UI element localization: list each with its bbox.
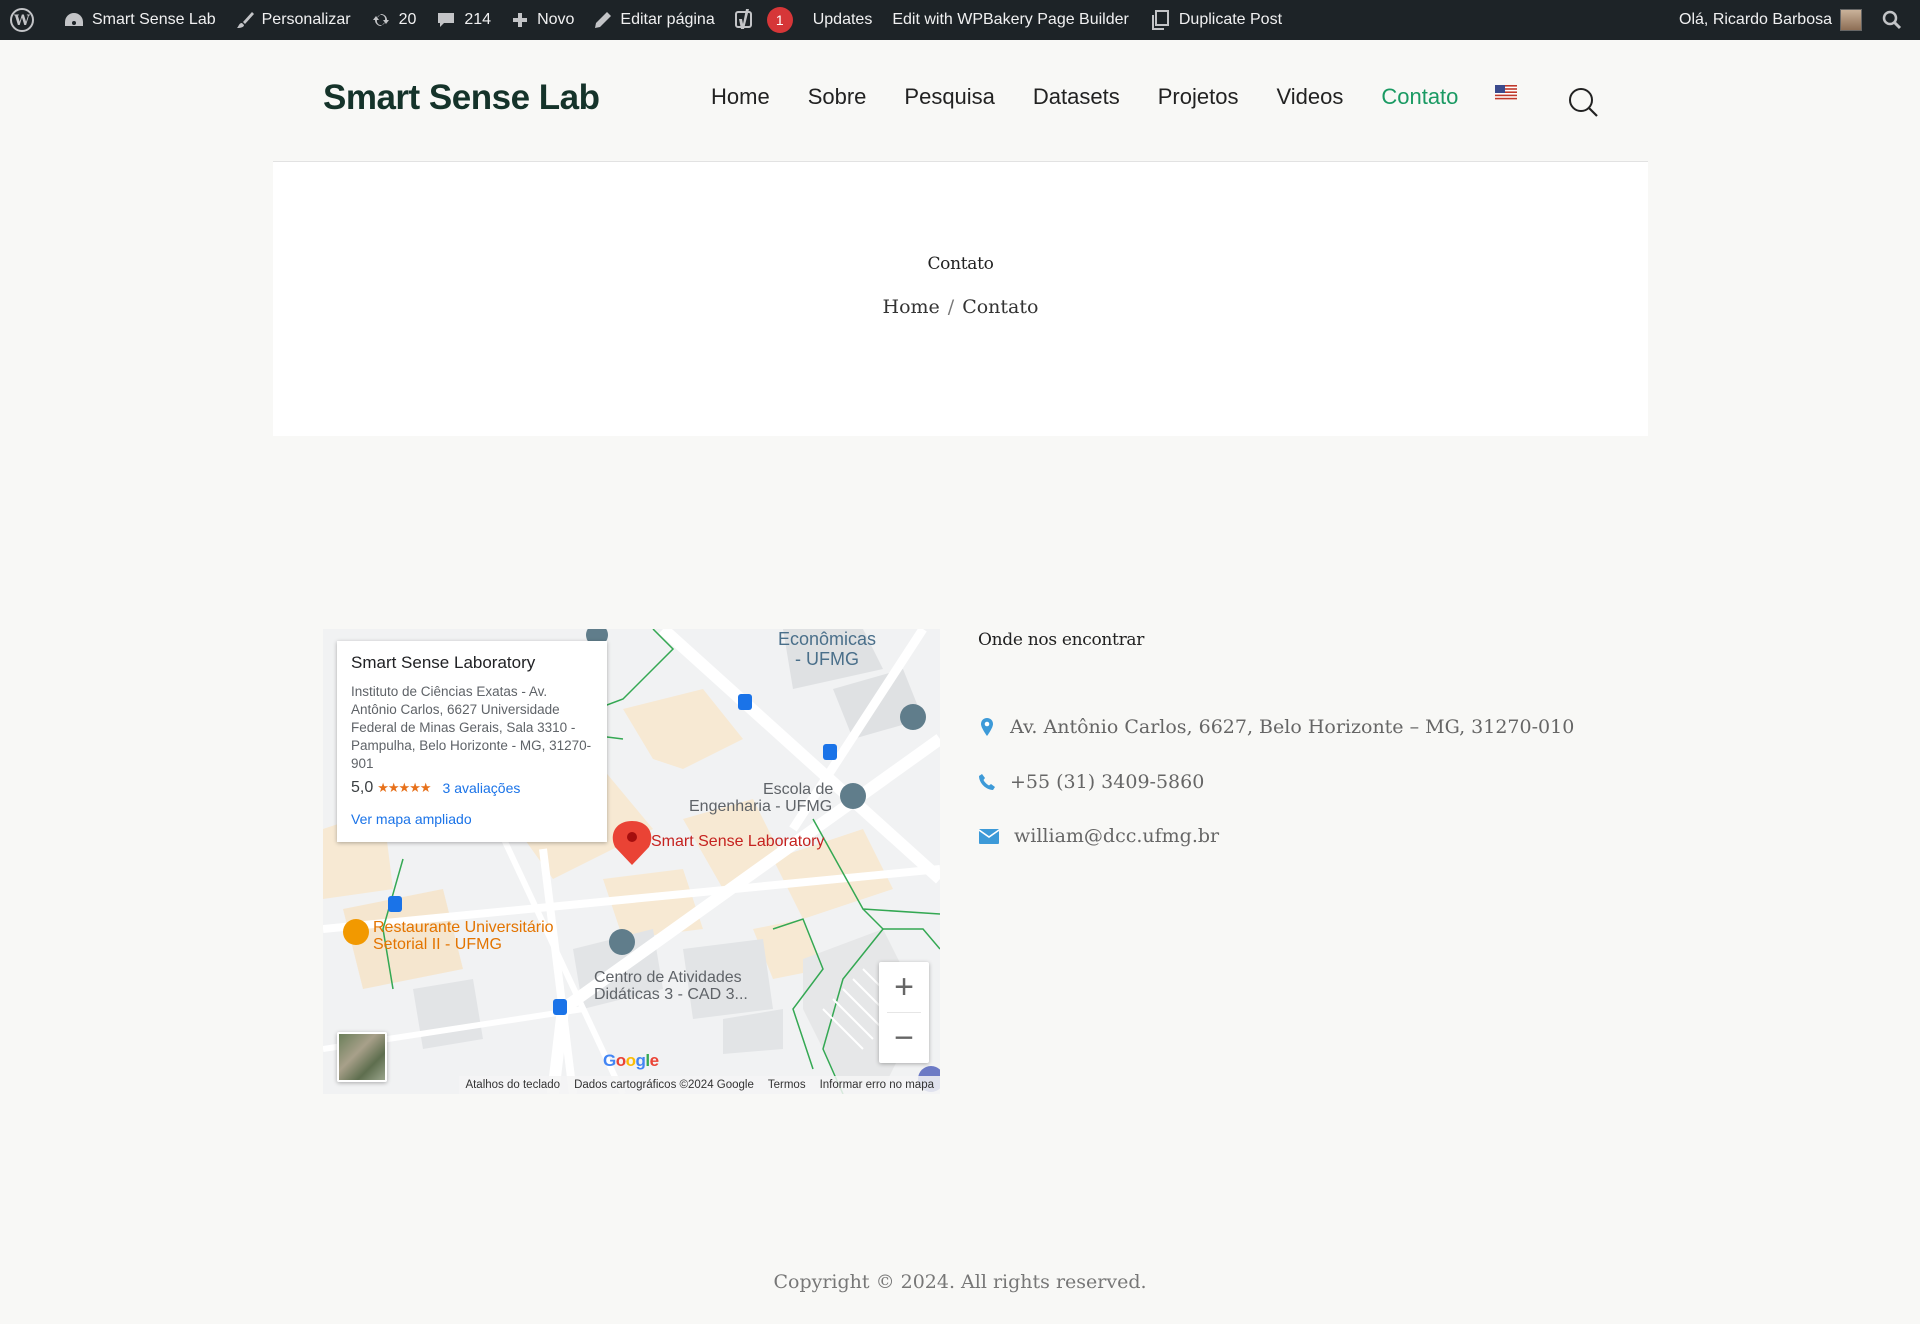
- yoast-notification-badge: 1: [766, 7, 793, 33]
- breadcrumb-separator: /: [947, 296, 955, 318]
- duplicate-icon: [1151, 10, 1169, 30]
- map-data-attribution[interactable]: Dados cartográficos ©2024 Google: [574, 1079, 754, 1091]
- google-map[interactable]: Econômicas - UFMG Escola de Engenharia -…: [323, 629, 940, 1094]
- view-larger-map-link[interactable]: Ver mapa ampliado: [351, 811, 593, 827]
- nav-item-home[interactable]: Home: [692, 84, 789, 110]
- admin-bar-site-name[interactable]: Smart Sense Lab: [54, 0, 226, 40]
- admin-bar-new[interactable]: Novo: [501, 0, 584, 40]
- wpbakery-label: Edit with WPBakery Page Builder: [892, 11, 1129, 28]
- wp-admin-bar: W Smart Sense Lab Personalizar 20 214 No…: [0, 0, 1920, 40]
- satellite-toggle-button[interactable]: [337, 1032, 387, 1082]
- page-title: Contato: [927, 254, 994, 274]
- map-label-economicas: Econômicas - UFMG: [778, 629, 877, 669]
- nav-item-videos[interactable]: Videos: [1257, 84, 1362, 110]
- updates-count: 20: [398, 11, 417, 28]
- map-card-address: Instituto de Ciências Exatas - Av. Antôn…: [351, 684, 592, 771]
- admin-bar-wpbakery[interactable]: Edit with WPBakery Page Builder: [882, 0, 1139, 40]
- map-info-card: Smart Sense Laboratory Instituto de Ciên…: [337, 641, 607, 842]
- nav-item-sobre[interactable]: Sobre: [789, 84, 886, 110]
- phone-text[interactable]: +55 (31) 3409-5860: [1010, 771, 1204, 793]
- copyright-text: Copyright © 2024. All rights reserved.: [773, 1271, 1147, 1293]
- greeting-label: Olá, Ricardo Barbosa: [1679, 11, 1832, 28]
- wordpress-logo-icon[interactable]: W: [0, 0, 54, 40]
- breadcrumb-current: Contato: [962, 296, 1039, 318]
- svg-text:W: W: [13, 13, 30, 29]
- comments-count: 214: [464, 11, 492, 28]
- brush-icon: [236, 12, 254, 28]
- page-title-area: Contato Home / Contato: [273, 162, 1648, 436]
- updates-label: Updates: [812, 11, 873, 28]
- plus-icon: [513, 13, 528, 27]
- comment-icon: [438, 13, 455, 27]
- zoom-in-button[interactable]: +: [879, 962, 929, 1012]
- dashboard-icon: [65, 13, 83, 26]
- site-name-label: Smart Sense Lab: [92, 11, 216, 28]
- contact-heading: Onde nos encontrar: [978, 630, 1145, 650]
- map-card-title: Smart Sense Laboratory: [351, 653, 536, 672]
- admin-bar-customize[interactable]: Personalizar: [226, 0, 361, 40]
- admin-bar-updates-link[interactable]: Updates: [803, 0, 883, 40]
- nav-item-projetos[interactable]: Projetos: [1139, 84, 1258, 110]
- phone-icon: [978, 773, 996, 791]
- main-nav: Home Sobre Pesquisa Datasets Projetos Videos C…: [692, 84, 1477, 110]
- admin-bar-search[interactable]: [1872, 0, 1920, 40]
- avatar: [1840, 9, 1862, 31]
- map-zoom-control: + −: [879, 962, 929, 1063]
- map-label-cad: Centro de Atividades: [594, 969, 742, 986]
- rating-stars-icon: ★★★★★: [377, 780, 431, 795]
- map-card-rating: 5,0 ★★★★★ 3 avaliações: [351, 779, 593, 797]
- new-label: Novo: [537, 11, 575, 28]
- site-logo[interactable]: Smart Sense Lab: [323, 78, 600, 118]
- map-label-engenharia: Engenharia - UFMG: [689, 798, 833, 815]
- us-flag-icon[interactable]: [1495, 85, 1517, 100]
- map-marker-icon: [978, 718, 996, 736]
- nav-item-pesquisa[interactable]: Pesquisa: [885, 84, 1014, 110]
- keyboard-shortcuts-link[interactable]: Atalhos do teclado: [465, 1079, 560, 1091]
- map-pin-label[interactable]: Smart Sense Laboratory: [651, 833, 824, 850]
- nav-item-datasets[interactable]: Datasets: [1014, 84, 1139, 110]
- terms-link[interactable]: Termos: [768, 1079, 806, 1091]
- rating-value: 5,0: [351, 779, 374, 796]
- edit-page-label: Editar página: [620, 11, 715, 28]
- email-link[interactable]: william@dcc.ufmg.br: [1014, 825, 1219, 847]
- report-error-link[interactable]: Informar erro no mapa: [820, 1079, 934, 1091]
- google-logo: Google: [603, 1051, 659, 1070]
- envelope-icon: [978, 827, 1000, 845]
- map-label-cad-2: Didáticas 3 - CAD 3...: [594, 986, 748, 1003]
- zoom-out-button[interactable]: −: [879, 1013, 929, 1063]
- admin-bar-comments[interactable]: 214: [426, 0, 501, 40]
- admin-bar-account[interactable]: Olá, Ricardo Barbosa: [1669, 0, 1872, 40]
- customize-label: Personalizar: [261, 11, 351, 28]
- duplicate-label: Duplicate Post: [1178, 11, 1283, 28]
- pencil-icon: [595, 12, 612, 28]
- yoast-icon: [734, 9, 752, 29]
- refresh-icon: [372, 14, 389, 26]
- contact-address: Av. Antônio Carlos, 6627, Belo Horizonte…: [978, 716, 1574, 738]
- nav-item-contato[interactable]: Contato: [1362, 84, 1477, 110]
- map-label-restaurante: Restaurante Universitário: [373, 919, 554, 936]
- admin-bar-duplicate-post[interactable]: Duplicate Post: [1139, 0, 1292, 40]
- breadcrumb-home[interactable]: Home: [883, 296, 940, 318]
- map-label-restaurante-2: Setorial II - UFMG: [373, 936, 502, 953]
- admin-bar-updates[interactable]: 20: [361, 0, 427, 40]
- admin-bar-edit-page[interactable]: Editar página: [584, 0, 724, 40]
- admin-bar-yoast[interactable]: 1: [725, 0, 803, 40]
- header-search-icon[interactable]: [1567, 86, 1599, 118]
- map-footer: Atalhos do teclado Dados cartográficos ©…: [459, 1076, 940, 1094]
- reviews-link[interactable]: 3 avaliações: [443, 780, 521, 796]
- contact-email: william@dcc.ufmg.br: [978, 825, 1219, 847]
- map-label-escola: Escola de: [763, 781, 834, 798]
- search-icon: [1882, 10, 1902, 30]
- contact-phone: +55 (31) 3409-5860: [978, 771, 1204, 793]
- breadcrumb: Home / Contato: [273, 296, 1648, 318]
- address-text: Av. Antônio Carlos, 6627, Belo Horizonte…: [1010, 716, 1575, 738]
